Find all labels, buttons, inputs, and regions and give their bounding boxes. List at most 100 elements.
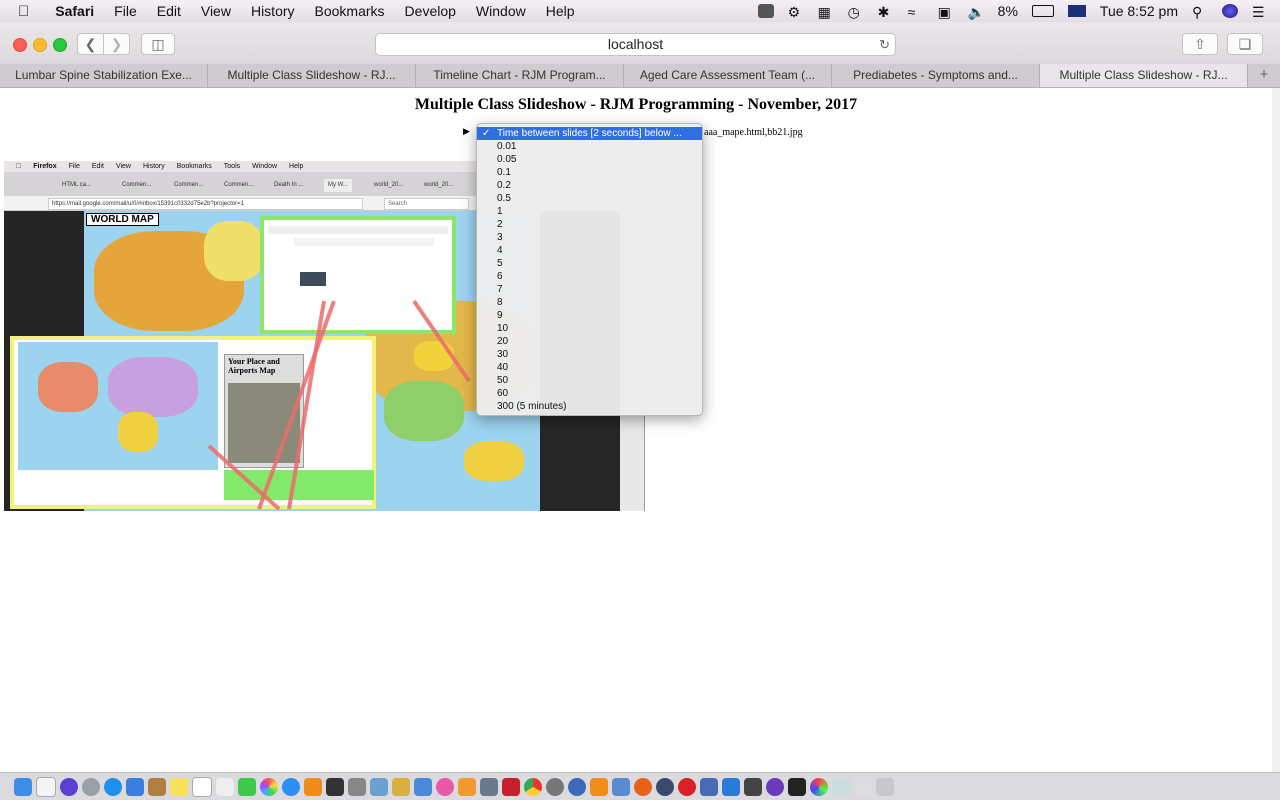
terminal-icon[interactable] xyxy=(326,777,344,796)
box-icon[interactable] xyxy=(612,777,630,796)
dropdown-option[interactable]: 4 xyxy=(477,244,702,257)
battery-icon[interactable] xyxy=(1031,5,1054,17)
dropdown-option[interactable]: 6 xyxy=(477,270,702,283)
terminal-app-icon[interactable] xyxy=(788,777,806,796)
reminders-icon[interactable] xyxy=(216,777,234,796)
tab-active[interactable]: Multiple Class Slideshow - RJ... xyxy=(1040,64,1248,87)
ibooks-icon[interactable] xyxy=(458,777,476,796)
document-icon[interactable] xyxy=(36,776,56,797)
dropdown-option[interactable]: 2 xyxy=(477,218,702,231)
wifi-icon[interactable]: ≈ xyxy=(908,4,924,20)
mail-icon[interactable] xyxy=(126,777,144,796)
flag-icon[interactable] xyxy=(1067,5,1086,17)
github-icon[interactable] xyxy=(766,777,784,796)
utility-app-icon[interactable] xyxy=(546,777,564,796)
address-bar[interactable]: localhost ↻ xyxy=(375,33,896,56)
time-machine-icon[interactable]: ◷ xyxy=(848,4,864,20)
opera-icon[interactable] xyxy=(678,777,696,796)
dropdown-option[interactable]: 50 xyxy=(477,374,702,387)
zoom-window-button[interactable] xyxy=(53,38,67,52)
spotlight-icon[interactable]: ⚲ xyxy=(1192,4,1208,20)
menu-app-name[interactable]: Safari xyxy=(55,3,94,19)
dropdown-option[interactable]: 0.1 xyxy=(477,166,702,179)
photos-icon[interactable] xyxy=(260,777,278,796)
menu-history[interactable]: History xyxy=(251,3,295,19)
airplay-icon[interactable]: ▣ xyxy=(938,4,954,20)
new-tab-button[interactable]: + xyxy=(1248,64,1280,87)
dropdown-option[interactable]: 7 xyxy=(477,283,702,296)
utility-icon[interactable] xyxy=(348,777,366,796)
menu-file[interactable]: File xyxy=(114,3,137,19)
launchpad-icon[interactable] xyxy=(82,777,100,796)
color-icon[interactable] xyxy=(810,777,828,796)
firefox-icon[interactable] xyxy=(634,777,652,796)
safari-icon[interactable] xyxy=(104,777,122,796)
downloads-icon[interactable] xyxy=(832,777,850,796)
image-capture-icon[interactable] xyxy=(480,777,498,796)
bluetooth-icon[interactable]: ✱ xyxy=(878,4,894,20)
globe-icon[interactable] xyxy=(568,777,586,796)
disclosure-triangle-icon[interactable]: ▶ xyxy=(463,126,470,137)
vscode-icon[interactable] xyxy=(722,777,740,796)
minimize-window-button[interactable] xyxy=(33,38,47,52)
clock[interactable]: Tue 8:52 pm xyxy=(1100,3,1178,19)
trash-icon[interactable] xyxy=(876,777,894,796)
tab[interactable]: Lumbar Spine Stabilization Exe... xyxy=(0,64,208,87)
contacts-icon[interactable] xyxy=(148,777,166,796)
siri-icon[interactable] xyxy=(1222,4,1238,18)
dropdown-option[interactable]: 9 xyxy=(477,309,702,322)
vlc-icon[interactable] xyxy=(590,777,608,796)
dropdown-option[interactable]: 0.01 xyxy=(477,140,702,153)
dropdown-option[interactable]: 10 xyxy=(477,322,702,335)
chrome-icon[interactable] xyxy=(524,777,542,796)
dropdown-option[interactable]: 30 xyxy=(477,348,702,361)
dropdown-option[interactable]: 3 xyxy=(477,231,702,244)
dropdown-option[interactable]: 0.5 xyxy=(477,192,702,205)
menu-develop[interactable]: Develop xyxy=(405,3,456,19)
tab[interactable]: Multiple Class Slideshow - RJ... xyxy=(208,64,416,87)
calendar-icon[interactable] xyxy=(192,776,212,797)
messages-icon[interactable] xyxy=(238,777,256,796)
slide-interval-dropdown[interactable]: ✓ Time between slides [2 seconds] below … xyxy=(476,123,703,416)
steam-icon[interactable] xyxy=(656,777,674,796)
back-button[interactable]: ❮ xyxy=(77,33,104,55)
itunes-icon[interactable] xyxy=(436,777,454,796)
menu-help[interactable]: Help xyxy=(546,3,575,19)
tools-icon[interactable]: ⚙ xyxy=(788,4,804,20)
app-status-icon[interactable] xyxy=(757,4,774,18)
preview-icon[interactable] xyxy=(370,777,388,796)
filezilla-icon[interactable] xyxy=(502,777,520,796)
xquartz-icon[interactable] xyxy=(744,777,762,796)
apple-icon[interactable]:  xyxy=(18,3,29,20)
dropdown-option[interactable]: 300 (5 minutes) xyxy=(477,400,702,413)
siri-icon[interactable] xyxy=(60,777,78,796)
books-icon[interactable] xyxy=(304,777,322,796)
notification-center-icon[interactable]: ☰ xyxy=(1252,4,1268,20)
dropdown-option[interactable]: 40 xyxy=(477,361,702,374)
menu-edit[interactable]: Edit xyxy=(157,3,181,19)
dropdown-option[interactable]: 60 xyxy=(477,387,702,400)
dropdown-option-selected[interactable]: ✓ Time between slides [2 seconds] below … xyxy=(477,127,702,140)
volume-icon[interactable]: 🔈 xyxy=(968,4,985,20)
finder-icon[interactable] xyxy=(14,777,32,796)
app-store-icon[interactable] xyxy=(282,777,300,796)
page-scrollbar[interactable] xyxy=(1272,88,1280,772)
xcode-icon[interactable] xyxy=(414,777,432,796)
grid-icon[interactable]: ▦ xyxy=(818,4,834,20)
virtualbox-icon[interactable] xyxy=(700,777,718,796)
tab[interactable]: Aged Care Assessment Team (... xyxy=(624,64,832,87)
dropdown-option[interactable]: 8 xyxy=(477,296,702,309)
battery-percent[interactable]: 8% xyxy=(998,3,1018,19)
close-window-button[interactable] xyxy=(13,38,27,52)
reload-icon[interactable]: ↻ xyxy=(879,34,890,55)
dropdown-option[interactable]: 0.05 xyxy=(477,153,702,166)
dropdown-option[interactable]: 5 xyxy=(477,257,702,270)
menu-bookmarks[interactable]: Bookmarks xyxy=(315,3,385,19)
folder-icon[interactable] xyxy=(854,777,872,796)
tab[interactable]: Prediabetes - Symptoms and... xyxy=(832,64,1040,87)
menu-window[interactable]: Window xyxy=(476,3,526,19)
dropdown-option[interactable]: 1 xyxy=(477,205,702,218)
show-all-tabs-button[interactable]: ❏ xyxy=(1227,33,1263,55)
notes-icon[interactable] xyxy=(170,777,188,796)
share-button[interactable]: ⇧ xyxy=(1182,33,1218,55)
